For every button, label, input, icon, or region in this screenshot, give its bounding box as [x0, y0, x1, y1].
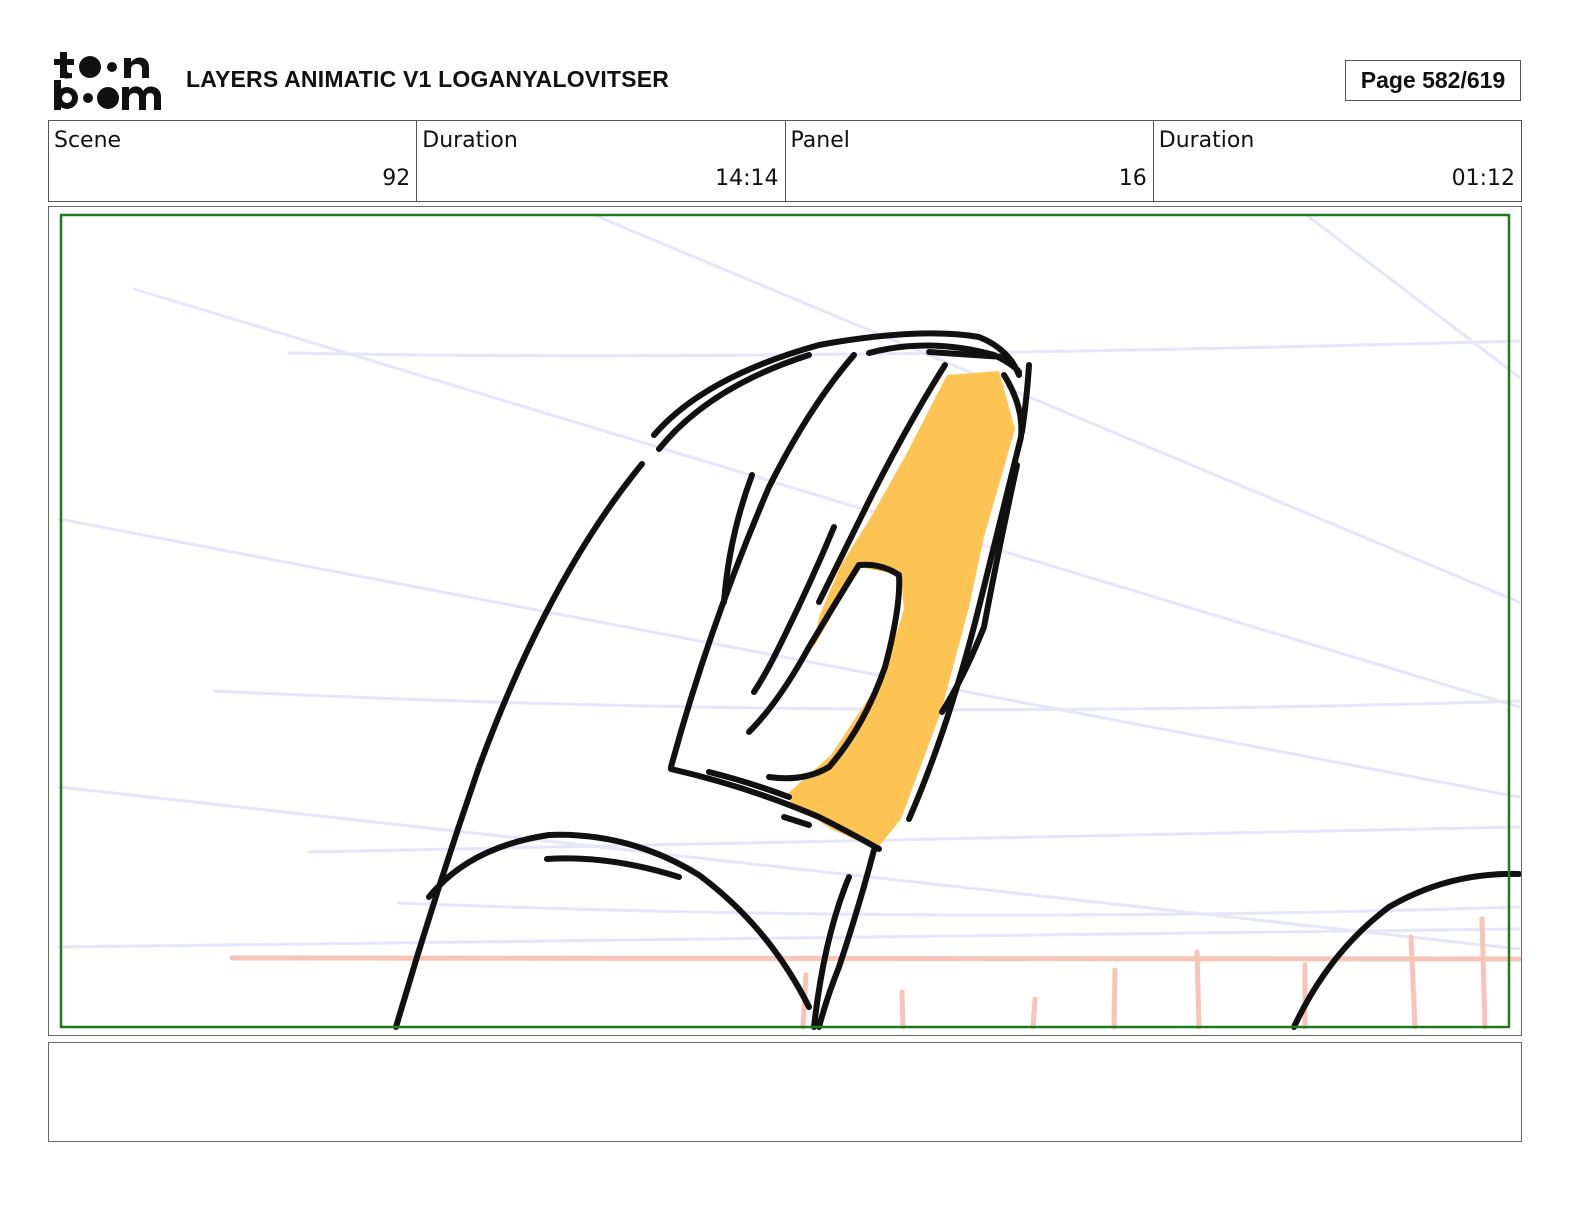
scene-duration-label: Duration	[422, 128, 518, 153]
scene-info-table: Scene 92 Duration 14:14 Panel 16 Duratio…	[48, 120, 1522, 202]
toon-boom-logo	[52, 50, 164, 112]
panel-value: 16	[1118, 166, 1147, 191]
page-number: Page 582/619	[1360, 67, 1506, 93]
panel-label: Panel	[790, 128, 850, 153]
perspective-guides	[57, 213, 1521, 951]
scene-value: 92	[382, 166, 411, 191]
scene-duration-cell: Duration 14:14	[417, 121, 786, 201]
panel-duration-value: 01:12	[1451, 166, 1515, 191]
panel-cell: Panel 16	[786, 121, 1154, 201]
storyboard-panel	[48, 206, 1522, 1036]
scene-label: Scene	[54, 128, 122, 153]
panel-notes-box	[48, 1042, 1522, 1142]
scene-duration-value: 14:14	[715, 166, 779, 191]
page-number-box: Page 582/619	[1345, 60, 1521, 101]
panel-drawing	[57, 213, 1521, 1030]
scene-cell: Scene 92	[49, 121, 418, 201]
document-title: LAYERS ANIMATIC V1 LOGANYALOVITSER	[186, 66, 670, 92]
panel-duration-label: Duration	[1158, 128, 1255, 153]
safe-frame	[59, 213, 1511, 1029]
panel-duration-cell: Duration 01:12	[1154, 121, 1521, 201]
